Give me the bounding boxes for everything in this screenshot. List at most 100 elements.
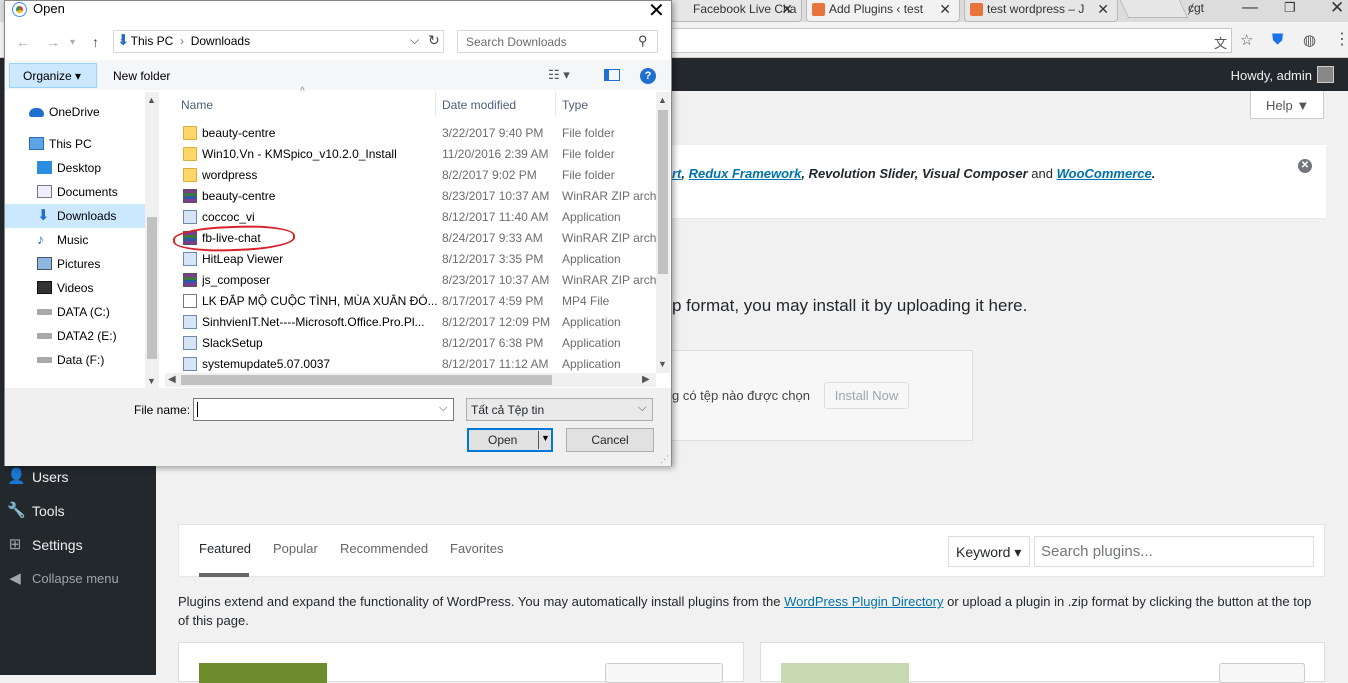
scroll-down-icon[interactable]: ▼ — [147, 376, 156, 386]
bookmark-star-icon[interactable]: ☆ — [1240, 31, 1253, 49]
tab-add-plugins[interactable]: ✕ Add Plugins ‹ test — [806, 0, 960, 22]
close-icon[interactable]: ✕ — [648, 0, 665, 23]
collapse-menu[interactable]: ◀ Collapse menu — [0, 563, 156, 597]
install-button[interactable] — [1219, 663, 1305, 683]
window-close-icon[interactable]: ✕ — [1330, 0, 1344, 18]
search-downloads-input[interactable]: Search Downloads — [457, 30, 658, 53]
profile-icon[interactable]: ȼgt — [1188, 1, 1204, 15]
tab-label: Add Plugins ‹ test — [829, 2, 924, 16]
nav-item-music[interactable]: ♪ Music — [5, 228, 145, 252]
view-options-icon[interactable]: ☷ ▾ — [548, 67, 570, 83]
file-row[interactable]: HitLeap Viewer 8/12/2017 3:35 PM Applicati… — [178, 249, 656, 270]
notice-link-redux[interactable]: Redux Framework — [689, 166, 802, 181]
omnibox[interactable] — [672, 28, 1232, 53]
column-name[interactable]: Name — [181, 98, 213, 112]
tab-recommended[interactable]: Recommended — [340, 541, 428, 556]
nav-scroll-thumb[interactable] — [147, 217, 157, 359]
recent-locations-icon[interactable]: ▾ — [70, 37, 75, 48]
tab-featured[interactable]: Featured — [199, 541, 251, 556]
help-icon[interactable]: ? — [640, 68, 656, 84]
new-tab-button[interactable] — [1119, 0, 1189, 18]
column-date-modified[interactable]: Date modified — [442, 98, 516, 112]
scroll-up-icon[interactable]: ▲ — [147, 95, 156, 105]
column-separator[interactable] — [435, 92, 436, 116]
file-row[interactable]: SinhvienIT.Net----Microsoft.Office.Pro.P… — [178, 312, 656, 333]
tab-test-wordpress[interactable]: ✕ test wordpress – J — [964, 0, 1118, 22]
folder-icon — [183, 168, 197, 182]
breadcrumb-downloads[interactable]: Downloads — [191, 34, 250, 48]
file-name: SlackSetup — [202, 336, 263, 350]
vertical-scroll-thumb[interactable] — [658, 110, 668, 274]
scroll-up-icon[interactable]: ▲ — [658, 95, 667, 105]
up-icon[interactable]: ↑ — [92, 34, 99, 50]
extension-icon[interactable]: ◍ — [1303, 31, 1316, 49]
nav-item-documents[interactable]: Documents — [5, 180, 145, 204]
howdy-admin[interactable]: Howdy, admin — [1231, 68, 1312, 83]
nav-item-pictures[interactable]: Pictures — [5, 252, 145, 276]
search-plugins-input[interactable]: Search plugins... — [1034, 536, 1314, 567]
help-button[interactable]: Help ▼ — [1250, 91, 1324, 119]
scroll-down-icon[interactable]: ▼ — [658, 359, 667, 369]
chevron-down-icon[interactable]: ⌵ — [638, 402, 646, 415]
translate-icon[interactable]: 文 — [1214, 33, 1227, 52]
column-type[interactable]: Type — [562, 98, 588, 112]
nav-item-downloads[interactable]: ⬇ Downloads — [5, 204, 145, 228]
tab-close-icon[interactable]: ✕ — [781, 1, 793, 18]
file-row[interactable]: js_composer 8/23/2017 10:37 AM WinRAR ZIP … — [178, 270, 656, 291]
tab-facebook-live-chat[interactable]: ✕ Facebook Live Cha — [670, 0, 802, 22]
install-button[interactable] — [605, 663, 723, 683]
tab-favorites[interactable]: Favorites — [450, 541, 503, 556]
file-row[interactable]: Win10.Vn - KMSpico_v10.2.0_Install 11/20/… — [178, 144, 656, 165]
organize-button[interactable]: Organize ▾ — [9, 63, 97, 88]
file-name: systemupdate5.07.0037 — [202, 357, 331, 371]
file-row[interactable]: systemupdate5.07.0037 8/12/2017 11:12 AM A… — [178, 354, 656, 375]
cancel-button[interactable]: Cancel — [566, 428, 654, 452]
back-icon[interactable]: ← — [16, 34, 30, 50]
tab-close-icon[interactable]: ✕ — [939, 1, 951, 18]
column-separator[interactable] — [555, 92, 556, 116]
open-dropdown-icon[interactable]: ▼ — [541, 433, 550, 443]
new-folder-button[interactable]: New folder — [113, 69, 170, 83]
nav-item-this-pc[interactable]: This PC — [5, 132, 145, 156]
sidebar-item-tools[interactable]: 🔧 Tools — [0, 495, 156, 529]
chevron-down-icon[interactable]: ⌵ — [410, 33, 419, 48]
file-row[interactable]: beauty-centre 3/22/2017 9:40 PM File folde… — [178, 123, 656, 144]
tab-popular[interactable]: Popular — [273, 541, 318, 556]
notice-link-woocommerce[interactable]: WooCommerce — [1057, 166, 1152, 181]
maximize-icon[interactable]: ❐ — [1284, 0, 1296, 16]
nav-item-desktop[interactable]: Desktop — [5, 156, 145, 180]
horizontal-scroll-thumb[interactable] — [181, 375, 552, 385]
menu-icon[interactable]: ⋮ — [1334, 29, 1348, 49]
refresh-icon[interactable]: ↻ — [428, 32, 440, 49]
search-type-select[interactable]: Keyword ▾ — [948, 536, 1030, 567]
forward-icon[interactable]: → — [46, 34, 60, 50]
chevron-down-icon[interactable]: ⌵ — [439, 402, 447, 415]
nav-item-videos[interactable]: Videos — [5, 276, 145, 300]
nav-item-onedrive[interactable]: OneDrive — [5, 100, 145, 124]
preview-pane-icon[interactable] — [604, 69, 620, 81]
nav-item-drive-e[interactable]: DATA2 (E:) — [5, 324, 145, 348]
install-now-button[interactable]: Install Now — [824, 382, 909, 409]
notice-link-partial[interactable]: rt — [672, 166, 681, 181]
file-name-input[interactable] — [193, 398, 454, 421]
tab-close-icon[interactable]: ✕ — [1097, 1, 1109, 18]
videos-icon — [37, 281, 52, 294]
sidebar-item-settings[interactable]: ⊞ Settings — [0, 529, 156, 563]
breadcrumb-this-pc[interactable]: This PC — [131, 34, 174, 48]
file-row[interactable]: wordpress 8/2/2017 9:02 PM File folder — [178, 165, 656, 186]
file-row[interactable]: SlackSetup 8/12/2017 6:38 PM Application — [178, 333, 656, 354]
shield-extension-icon[interactable]: ⛊ — [1272, 31, 1283, 48]
dismiss-notice-icon[interactable]: ✕ — [1298, 159, 1312, 173]
nav-item-drive-c[interactable]: DATA (C:) — [5, 300, 145, 324]
nav-item-drive-f[interactable]: Data (F:) — [5, 348, 145, 372]
file-row[interactable]: LK ĐẮP MỘ CUỘC TÌNH, MÙA XUÂN ĐÓ... 8/17/… — [178, 291, 656, 312]
plugin-directory-link[interactable]: WordPress Plugin Directory — [784, 594, 943, 609]
scroll-left-icon[interactable]: ◀ — [168, 374, 176, 385]
sidebar-item-users[interactable]: 👤 Users — [0, 461, 156, 495]
minimize-icon[interactable]: — — [1242, 0, 1258, 17]
resize-grip-icon[interactable]: ⋰ — [660, 454, 669, 465]
file-type-select[interactable]: Tất cả Tệp tin — [466, 398, 653, 421]
avatar[interactable] — [1317, 66, 1334, 83]
file-row[interactable]: beauty-centre 8/23/2017 10:37 AM WinRAR ZI… — [178, 186, 656, 207]
scroll-right-icon[interactable]: ▶ — [642, 374, 650, 385]
